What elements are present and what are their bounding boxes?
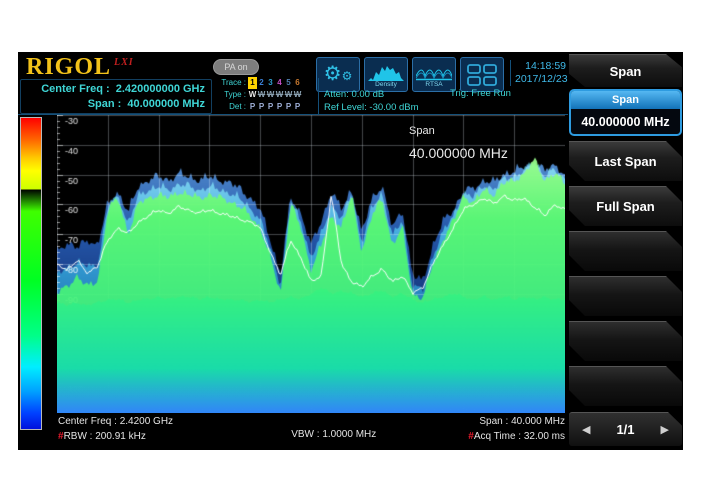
softkey-full-span[interactable]: Full Span <box>569 186 682 226</box>
status-acq-time: #Acq Time : 32.00 ms <box>468 429 565 444</box>
span-label: Span : <box>88 97 122 112</box>
center-freq-label: Center Freq : <box>41 82 109 97</box>
rtsa-button-label: RTSA <box>425 81 442 88</box>
softkey-menu: Span Span 40.000000 MHz Last Span Full S… <box>568 52 683 450</box>
softkey-empty[interactable] <box>569 231 682 271</box>
pager-prev-icon[interactable]: ◀ <box>582 423 590 436</box>
trace-cell: W <box>257 89 266 101</box>
status-span: Span : 40.000 MHz <box>479 414 565 429</box>
time-display: 14:18:59 <box>515 60 566 73</box>
trace-cell: P <box>248 101 257 113</box>
trace-cell: P <box>284 101 293 113</box>
span-overlay-value: 40.000000 MHz <box>409 145 508 161</box>
softkey-empty[interactable] <box>569 276 682 316</box>
window-layout-icon <box>467 63 497 87</box>
softkey-empty[interactable] <box>569 366 682 406</box>
softkey-empty[interactable] <box>569 321 682 361</box>
menu-title-span: Span <box>569 54 682 87</box>
density-button[interactable]: Density <box>364 57 408 92</box>
trigger-status: Trig: Free Run <box>450 88 511 99</box>
atten-value: Atten: 0.00 dB <box>324 88 419 101</box>
span-overlay: Span 40.000000 MHz <box>409 125 508 161</box>
gear-icon: ⚙⚙ <box>324 64 353 86</box>
trace-cell: P <box>275 101 284 113</box>
trace-cell: W <box>284 89 293 101</box>
softkey-span-value: 40.000000 MHz <box>571 109 680 135</box>
span-value: 40.000000 MHz <box>127 97 205 112</box>
clock: 14:18:59 2017/12/23 <box>510 60 566 86</box>
span-overlay-label: Span <box>409 125 508 137</box>
spectrum-plot[interactable]: Span 40.000000 MHz <box>57 115 565 413</box>
pager-next-icon[interactable]: ▶ <box>661 423 669 436</box>
status-vbw: VBW : 1.0000 MHz <box>291 429 376 440</box>
trace-cell: P <box>257 101 266 113</box>
analyzer-screen: RIGOLLXI PA on ⚙⚙ Density RTSA <box>18 52 683 450</box>
status-center-freq: Center Freq : 2.4200 GHz <box>58 414 173 429</box>
trace-cell: 2 <box>257 77 266 89</box>
trace-row-label: Det : <box>216 101 246 113</box>
header-divider <box>318 78 319 114</box>
center-freq-value: 2.420000000 GHz <box>116 82 205 97</box>
pager-page-label: 1/1 <box>616 422 634 437</box>
trace-cell: 5 <box>284 77 293 89</box>
trace-cell: 4 <box>275 77 284 89</box>
trace-cell: 1 <box>248 77 257 89</box>
trace-cell: 3 <box>266 77 275 89</box>
trace-row-label: Type : <box>216 89 246 101</box>
trace-cell: P <box>266 101 275 113</box>
rtsa-waterfall-icon <box>416 62 452 82</box>
toolbar: ⚙⚙ Density RTSA <box>316 57 504 92</box>
rigol-logo: RIGOLLXI <box>26 54 134 81</box>
softkey-span-label: Span <box>571 91 680 109</box>
trace-row-label: Trace : <box>216 77 246 89</box>
settings-button[interactable]: ⚙⚙ <box>316 57 360 92</box>
softkey-pager: ◀ 1/1 ▶ <box>569 412 682 446</box>
trace-cell: W <box>293 89 302 101</box>
density-button-label: Density <box>375 81 397 88</box>
logo-text: RIGOL <box>26 54 111 80</box>
trace-cell: 6 <box>293 77 302 89</box>
date-display: 2017/12/23 <box>515 73 566 86</box>
pa-on-button[interactable]: PA on <box>213 59 259 75</box>
amplitude-colorbar <box>20 117 42 430</box>
status-bar: Center Freq : 2.4200 GHz Span : 40.000 M… <box>58 414 565 448</box>
trace-table: Trace :123456Type :WWWWWWDet :PPPPPP <box>216 77 314 113</box>
lxi-badge: LXI <box>114 57 134 68</box>
header-bar: RIGOLLXI PA on ⚙⚙ Density RTSA <box>18 52 568 115</box>
trace-cell: W <box>266 89 275 101</box>
trace-cell: P <box>293 101 302 113</box>
ref-level-value: Ref Level: -30.00 dBm <box>324 101 419 114</box>
density-spectrum-icon <box>368 62 404 82</box>
amplitude-readout: Atten: 0.00 dB Ref Level: -30.00 dBm <box>324 88 419 114</box>
softkey-last-span[interactable]: Last Span <box>569 141 682 181</box>
rtsa-button[interactable]: RTSA <box>412 57 456 92</box>
frequency-readout: Center Freq : 2.420000000 GHz Span : 40.00… <box>20 79 212 114</box>
trace-cell: W <box>275 89 284 101</box>
trace-cell: W <box>248 89 257 101</box>
softkey-span-active[interactable]: Span 40.000000 MHz <box>569 89 682 136</box>
layout-button[interactable] <box>460 57 504 92</box>
status-rbw: #RBW : 200.91 kHz <box>58 429 146 444</box>
